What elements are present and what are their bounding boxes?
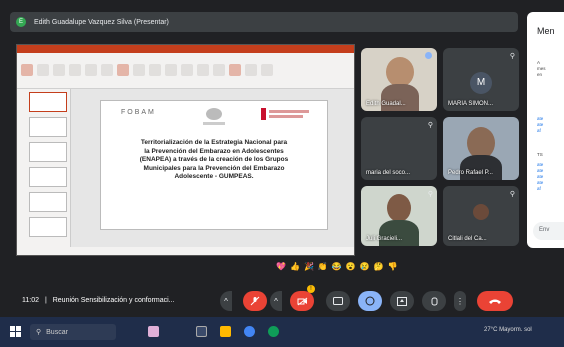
captions-button[interactable] (326, 291, 350, 311)
chat-message: Ames en (537, 60, 546, 77)
warning-icon: ! (307, 285, 315, 293)
taskbar-search[interactable]: ⚲ Buscar (30, 324, 116, 340)
reaction-thumbs-down-icon[interactable]: 👎 (388, 262, 398, 271)
chrome-icon[interactable] (244, 326, 255, 337)
chat-link[interactable]: ate ate af (537, 116, 543, 134)
reactions-button[interactable] (358, 291, 382, 311)
participant-avatar: M (470, 71, 492, 94)
chat-panel-title: Men (537, 26, 555, 36)
notes-pane[interactable] (81, 240, 344, 247)
shared-screen: FOBAM Territorialización de la Estrategi… (16, 44, 355, 256)
logo-icon (261, 108, 309, 120)
taskbar: ⚲ Buscar 27°C Mayorm. sol (0, 317, 564, 347)
windows-start-icon[interactable] (10, 326, 21, 337)
participant-name: Pedro Rafael P... (448, 170, 493, 176)
slide-title: Territorialización de la Estrategia Naci… (139, 139, 289, 180)
slide-thumbnail[interactable] (29, 142, 67, 162)
meeting-title: Reunión Sensibilización y conformaci... (52, 297, 175, 304)
participant-tile[interactable]: ⚲ Juli Gracieli... (361, 186, 437, 246)
mic-options-button[interactable]: ^ (220, 291, 232, 311)
chat-link[interactable]: ate ate ate ate af (537, 162, 543, 192)
search-icon: ⚲ (36, 329, 42, 336)
participant-name: Juli Gracieli... (366, 236, 403, 242)
participant-name: Edith Guadal... (366, 101, 406, 107)
search-highlight-icon[interactable] (148, 326, 159, 337)
presenter-label: Edith Guadalupe Vazquez Silva (Presentar… (34, 18, 169, 26)
pin-icon[interactable]: ⚲ (510, 52, 515, 60)
ribbon-tools (17, 61, 354, 79)
participant-tile[interactable]: Pedro Rafael P... (443, 117, 519, 180)
participant-name: MARIA SIMON... (448, 101, 494, 107)
reaction-bar: 💖 👍 🎉 👏 😂 😮 😢 🤔 👎 (276, 262, 398, 271)
powerpoint-workspace: FOBAM Territorialización de la Estrategi… (17, 89, 354, 247)
hand-icon (431, 297, 437, 306)
reaction-clap-icon[interactable]: 👏 (318, 262, 328, 271)
search-placeholder: Buscar (46, 328, 68, 336)
weather-widget[interactable]: 27°C Mayorm. sol (484, 327, 532, 333)
present-button[interactable] (390, 291, 414, 311)
status-bar (17, 247, 354, 255)
phone-hangup-icon (489, 299, 501, 304)
current-slide: FOBAM Territorialización de la Estrategi… (100, 100, 328, 230)
chat-panel: Men Ames en ate ate af TS ate ate ate ate af En… (527, 12, 564, 248)
participant-video (387, 194, 411, 222)
speaking-indicator (425, 52, 432, 59)
participant-tile[interactable]: ⚲ maria del soco... (361, 117, 437, 180)
camera-off-icon (297, 297, 307, 305)
slide-thumbnail[interactable] (29, 192, 67, 212)
participant-video (386, 57, 414, 87)
file-explorer-icon[interactable] (220, 326, 231, 337)
reaction-party-icon[interactable]: 🎉 (304, 262, 314, 271)
ribbon-tabs (17, 53, 354, 61)
raise-hand-button[interactable] (422, 291, 446, 311)
participant-name: maria del soco... (366, 170, 411, 176)
end-call-button[interactable] (477, 291, 513, 311)
participant-tile[interactable]: ⚲ M MARIA SIMON... (443, 48, 519, 111)
pin-icon[interactable]: ⚲ (428, 121, 433, 129)
slide-logo: FOBAM (121, 109, 156, 116)
slide-thumbnail[interactable] (29, 92, 67, 112)
camera-options-button[interactable]: ^ (270, 291, 282, 311)
control-bar: 11:02 | Reunión Sensibilización y confor… (0, 281, 564, 317)
reaction-surprised-icon[interactable]: 😮 (346, 262, 356, 271)
meet-window: E Edith Guadalupe Vazquez Silva (Present… (0, 0, 564, 347)
chat-message: TS (537, 152, 543, 157)
mic-off-button[interactable] (243, 291, 267, 311)
powerpoint-ribbon (17, 53, 354, 89)
meeting-info: 11:02 | Reunión Sensibilización y confor… (22, 297, 175, 304)
edge-icon[interactable] (268, 326, 279, 337)
presenter-bar: E Edith Guadalupe Vazquez Silva (Present… (10, 12, 518, 32)
task-view-icon[interactable] (196, 326, 207, 337)
reaction-thumbs-up-icon[interactable]: 👍 (290, 262, 300, 271)
reaction-laugh-icon[interactable]: 😂 (332, 262, 342, 271)
reaction-heart-icon[interactable]: 💖 (276, 262, 286, 271)
pin-icon[interactable]: ⚲ (510, 190, 515, 198)
slide-thumbnails (17, 89, 71, 247)
participant-tile[interactable]: ⚲ Citlali del Ca... (443, 186, 519, 246)
participant-avatar (473, 204, 489, 220)
camera-off-button[interactable] (290, 291, 314, 311)
captions-icon (333, 297, 343, 305)
slide-thumbnail[interactable] (29, 167, 67, 187)
chat-input[interactable]: Env (533, 222, 564, 240)
more-options-button[interactable]: ⋮ (454, 291, 466, 311)
pin-icon[interactable]: ⚲ (428, 190, 433, 198)
seal-icon (203, 108, 225, 125)
reaction-sad-icon[interactable]: 😢 (360, 262, 370, 271)
meeting-time: 11:02 (22, 297, 39, 304)
reaction-thinking-icon[interactable]: 🤔 (374, 262, 384, 271)
participant-name: Citlali del Ca... (448, 236, 487, 242)
powerpoint-titlebar (17, 45, 354, 53)
present-icon (397, 296, 407, 306)
participant-tile[interactable]: Edith Guadal... (361, 48, 437, 111)
presenter-avatar: E (16, 17, 26, 27)
slide-thumbnail[interactable] (29, 217, 67, 237)
mic-off-icon (250, 296, 260, 306)
emoji-icon (365, 296, 375, 306)
slide-thumbnail[interactable] (29, 117, 67, 137)
